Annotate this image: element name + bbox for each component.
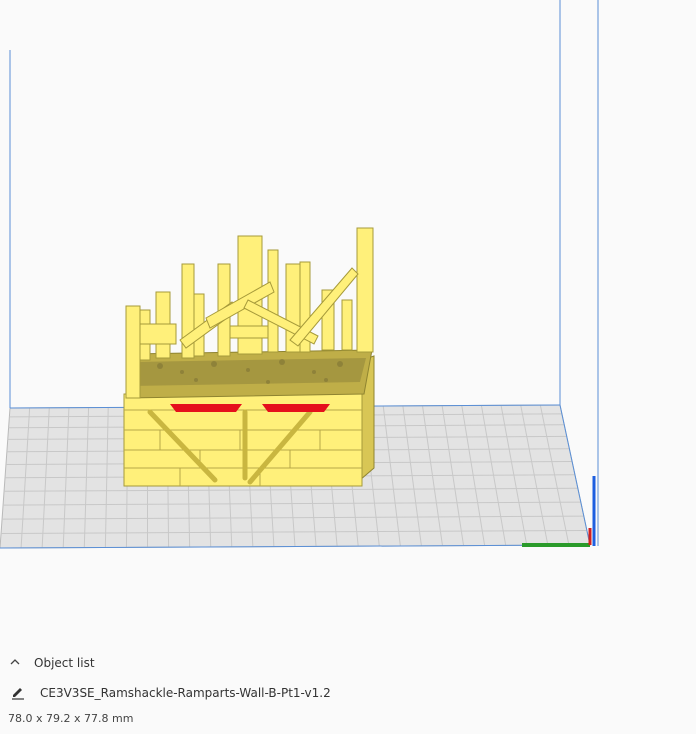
object-list-header[interactable]: Object list xyxy=(0,652,696,674)
object-name: CE3V3SE_Ramshackle-Ramparts-Wall-B-Pt1-v… xyxy=(40,686,331,700)
pencil-icon[interactable] xyxy=(10,684,26,700)
object-dimensions: 78.0 x 79.2 x 77.8 mm xyxy=(0,710,696,728)
object-list-item[interactable]: CE3V3SE_Ramshackle-Ramparts-Wall-B-Pt1-v… xyxy=(0,682,696,704)
chevron-up-icon[interactable] xyxy=(8,655,22,669)
model-ramparts-wall[interactable] xyxy=(123,227,375,487)
3d-viewport[interactable] xyxy=(0,0,696,640)
dimensions-value: 78.0 x 79.2 x 77.8 mm xyxy=(8,712,134,725)
object-list-toggle-label[interactable]: Object list xyxy=(34,656,95,670)
